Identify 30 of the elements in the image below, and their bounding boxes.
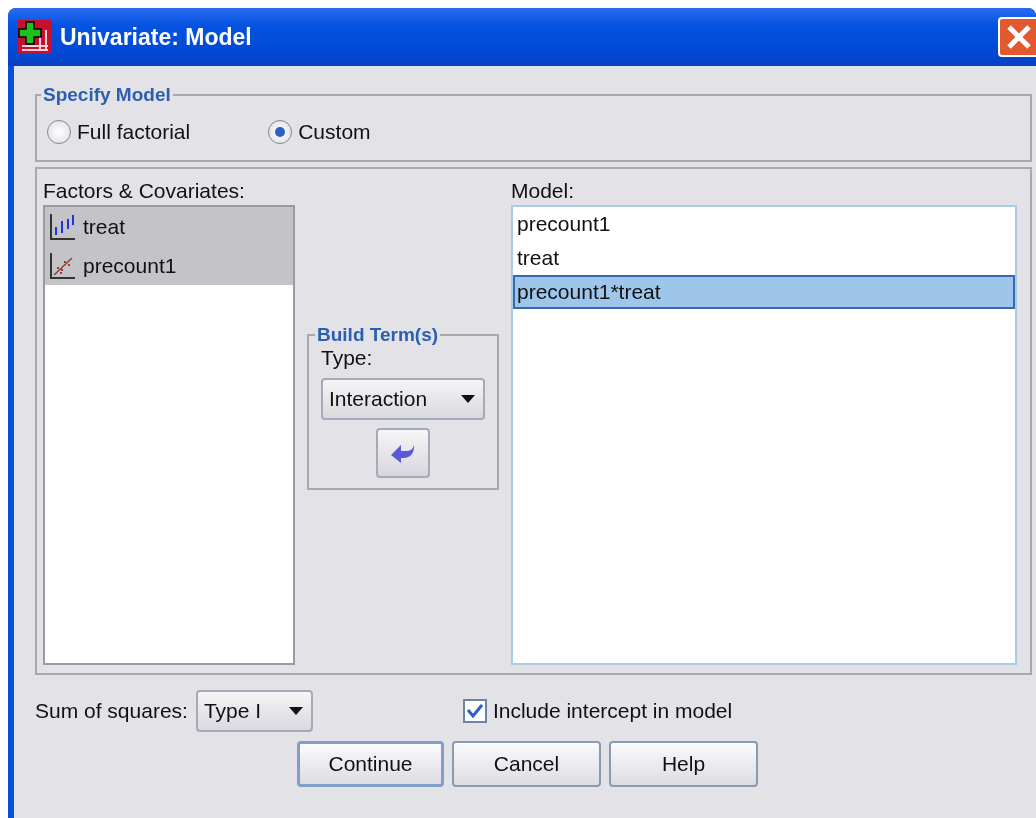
radio-option[interactable]: Custom bbox=[268, 120, 371, 144]
intercept-checkbox[interactable]: Include intercept in model bbox=[462, 699, 733, 723]
window-title: Univariate: Model bbox=[60, 23, 253, 51]
dialog-button[interactable]: Cancel bbox=[452, 741, 601, 787]
scatter-line-icon bbox=[49, 251, 77, 280]
check-icon bbox=[466, 704, 483, 718]
list-item[interactable]: precount1 bbox=[513, 207, 1015, 241]
type-dropdown[interactable]: Interaction bbox=[321, 378, 485, 420]
dialog-button[interactable]: Continue bbox=[297, 741, 444, 787]
move-button[interactable] bbox=[376, 428, 430, 478]
dialog-button[interactable]: Help bbox=[609, 741, 758, 787]
sum-of-squares-label: Sum of squares: bbox=[35, 699, 188, 723]
app-icon bbox=[18, 20, 52, 54]
list-item[interactable]: precount1 bbox=[45, 246, 293, 285]
bar-chart-icon bbox=[49, 212, 77, 241]
arrow-icon bbox=[391, 443, 415, 463]
close-button[interactable] bbox=[998, 17, 1036, 57]
radio-option[interactable]: Full factorial bbox=[47, 120, 191, 144]
caret-icon bbox=[288, 707, 303, 715]
type-label: Type: bbox=[321, 346, 374, 370]
close-icon bbox=[1006, 24, 1032, 50]
list-item[interactable]: treat bbox=[45, 207, 293, 246]
sum-of-squares-dropdown[interactable]: Type I bbox=[195, 690, 313, 732]
caret-icon bbox=[461, 395, 475, 403]
list-label: Factors & Covariates: bbox=[43, 179, 246, 203]
list-item[interactable]: precount1*treat bbox=[513, 275, 1015, 309]
list-label: Model: bbox=[511, 179, 576, 203]
group-title: Specify Model bbox=[42, 84, 172, 106]
group-title: Build Term(s) bbox=[316, 324, 440, 346]
list-item[interactable]: treat bbox=[513, 241, 1015, 275]
